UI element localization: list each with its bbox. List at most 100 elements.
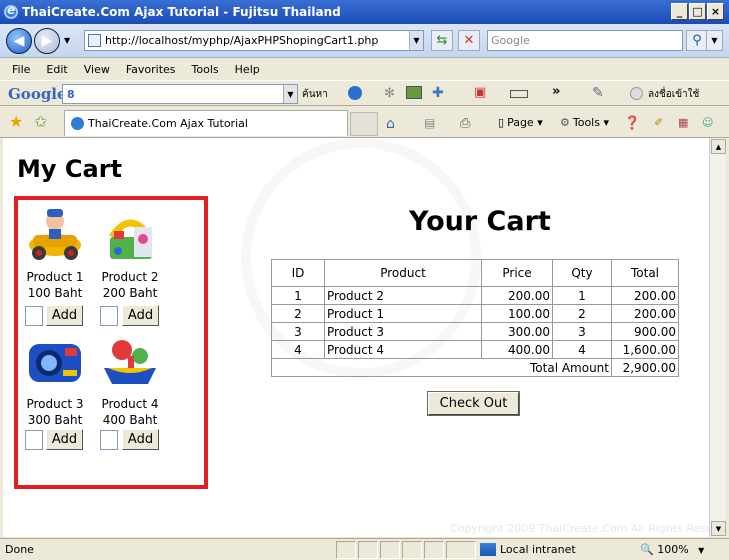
page-content: My Cart Product 1 100 Baht Add Product 2… (3, 138, 709, 537)
address-input[interactable]: http://localhost/myphp/AjaxPHPShopingCar… (84, 30, 424, 51)
quantity-input-2[interactable] (100, 306, 118, 326)
gear-icon: ⚙ (560, 116, 570, 129)
refresh-button[interactable]: ⇆ (431, 30, 453, 51)
scroll-up-icon[interactable]: ▲ (711, 139, 726, 154)
maximize-button[interactable]: □ (689, 3, 706, 20)
cell-id: 1 (271, 286, 325, 305)
toy-boat-icon (100, 334, 160, 390)
product-name: Product 3 (26, 397, 84, 411)
menu-favorites[interactable]: Favorites (126, 63, 176, 76)
table-row: 4 Product 4 400.00 4 1,600.00 (271, 340, 679, 359)
product-name: Product 2 (101, 270, 159, 284)
add-favorites-icon[interactable]: ✩ (34, 112, 47, 131)
add-button-1[interactable]: Add (46, 305, 83, 326)
security-zone[interactable]: Local intranet (480, 543, 576, 556)
stop-button[interactable]: ✕ (458, 30, 480, 51)
search-icon[interactable]: ⚲ (686, 30, 708, 51)
print-icon[interactable]: ⎙ (460, 116, 470, 131)
cell-product: Product 2 (324, 286, 482, 305)
header-price: Price (481, 259, 553, 287)
messenger-icon[interactable]: ☺ (702, 116, 713, 129)
forward-button[interactable]: ▶ (34, 28, 60, 54)
status-cell (402, 541, 422, 559)
cell-total: 200.00 (611, 304, 679, 323)
history-dropdown-icon[interactable]: ▼ (64, 36, 70, 45)
menu-help[interactable]: Help (235, 63, 260, 76)
quantity-input-1[interactable] (25, 306, 43, 326)
total-amount-value: 2,900.00 (611, 358, 679, 377)
zoom-control[interactable]: 🔍 100% ▼ (640, 543, 704, 556)
product-card-4: Product 4 400 Baht (90, 334, 170, 428)
product-price: 400 Baht (102, 413, 158, 427)
cell-qty: 4 (552, 340, 612, 359)
tab-title: ThaiCreate.Com Ajax Tutorial (88, 117, 248, 130)
back-button[interactable]: ◀ (6, 28, 32, 54)
product-price: 100 Baht (27, 286, 83, 300)
status-cell (446, 541, 476, 559)
blog-icon[interactable]: ▦ (678, 116, 688, 129)
feeds-icon[interactable]: ▤ (424, 116, 435, 130)
menu-bar: File Edit View Favorites Tools Help (0, 58, 729, 80)
header-total: Total (611, 259, 679, 287)
checkout-button[interactable]: Check Out (427, 391, 520, 416)
bookmark-icon[interactable]: ✚ (432, 85, 444, 101)
intranet-icon (480, 543, 496, 556)
tools-menu[interactable]: ⚙ Tools ▾ (560, 116, 609, 129)
close-button[interactable]: × (707, 3, 724, 20)
send-to-icon[interactable] (510, 90, 528, 98)
total-amount-label: Total Amount (271, 358, 612, 377)
cell-total: 200.00 (611, 286, 679, 305)
cell-total: 900.00 (611, 322, 679, 341)
product-price: 200 Baht (102, 286, 158, 300)
home-icon[interactable]: ⌂ (386, 116, 395, 132)
more-chevron-icon[interactable]: » (552, 84, 560, 99)
cell-id: 2 (271, 304, 325, 323)
header-product: Product (324, 259, 482, 287)
search-input[interactable]: Google (487, 30, 683, 51)
product-card-1: Product 1 100 Baht (15, 207, 95, 301)
cell-price: 300.00 (481, 322, 553, 341)
product-name: Product 1 (26, 270, 84, 284)
puzzle-icon[interactable]: ✻ (384, 86, 395, 101)
zoom-dropdown-icon: ▼ (698, 546, 705, 555)
add-button-2[interactable]: Add (122, 305, 159, 326)
status-cell (380, 541, 400, 559)
quantity-input-3[interactable] (25, 430, 43, 450)
page-menu[interactable]: ▯ Page ▾ (498, 116, 543, 129)
zoom-icon: 🔍 (640, 543, 654, 556)
research-icon[interactable]: ✐ (654, 116, 663, 129)
favorites-bar: ★ ✩ ThaiCreate.Com Ajax Tutorial ⌂ ▤ ⎙ ▯… (0, 106, 729, 138)
favorites-star-icon[interactable]: ★ (9, 112, 23, 131)
vertical-scrollbar[interactable]: ▲ ▼ (709, 138, 726, 537)
signin-icon[interactable] (630, 87, 643, 100)
spellcheck-icon[interactable]: ▣ (474, 85, 486, 100)
google-search-button[interactable]: ค้นหา (302, 87, 328, 102)
address-url: http://localhost/myphp/AjaxPHPShopingCar… (105, 34, 379, 47)
new-tab-button[interactable] (350, 112, 378, 136)
menu-file[interactable]: File (12, 63, 30, 76)
menu-edit[interactable]: Edit (46, 63, 67, 76)
cell-qty: 2 (552, 304, 612, 323)
scroll-down-icon[interactable]: ▼ (711, 521, 726, 536)
google-dropdown-icon[interactable]: ▼ (283, 85, 297, 103)
minimize-button[interactable]: _ (671, 3, 688, 20)
quantity-input-4[interactable] (100, 430, 118, 450)
menu-view[interactable]: View (84, 63, 110, 76)
add-button-4[interactable]: Add (122, 429, 159, 450)
signin-link[interactable]: ลงชื่อเข้าใช้ (648, 87, 699, 102)
google-search-input[interactable]: 8 ▼ (62, 84, 298, 104)
cell-price: 200.00 (481, 286, 553, 305)
search-options-icon[interactable]: ▼ (706, 30, 723, 51)
image-icon[interactable] (406, 86, 422, 99)
wrench-icon[interactable]: ✎ (592, 85, 604, 101)
globe-icon[interactable] (348, 86, 362, 100)
help-icon[interactable]: ❓ (624, 116, 640, 131)
tab-current[interactable]: ThaiCreate.Com Ajax Tutorial (64, 110, 348, 136)
menu-tools[interactable]: Tools (192, 63, 219, 76)
google-toolbar: Google 8 ▼ ค้นหา ✻ ✚ ▣ » ✎ ลงชื่อเข้าใช้ (0, 80, 729, 106)
product-card-3: Product 3 300 Baht (15, 334, 95, 428)
add-button-3[interactable]: Add (46, 429, 83, 450)
cell-product: Product 4 (324, 340, 482, 359)
address-dropdown-icon[interactable]: ▼ (409, 31, 423, 50)
page-menu-label: Page (507, 116, 534, 129)
